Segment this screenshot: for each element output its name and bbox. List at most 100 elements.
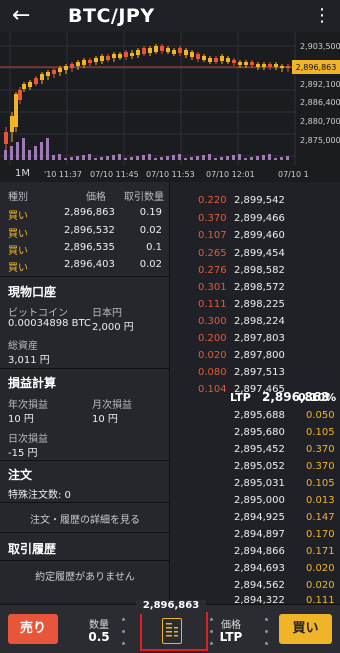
bid-price: 2,895,052 (234, 461, 285, 472)
trades-header-price: 価格 (86, 192, 106, 203)
ask-qty: 0.220 (198, 195, 227, 206)
stepper-dot (265, 630, 268, 633)
total-assets-label: 総資産 (8, 341, 38, 352)
volume-bar (124, 158, 127, 160)
volume-bar (76, 156, 79, 160)
volume-bar (130, 157, 133, 160)
day-pnl-label: 日次損益 (8, 434, 48, 445)
candle-body (268, 64, 272, 67)
ask-row[interactable]: 0.107 2,899,460 (170, 230, 340, 249)
bid-price: 2,895,680 (234, 427, 285, 438)
btc-value: 0.00034898 BTC (8, 318, 91, 329)
special-orders-count: 特殊注文数: 0 (8, 490, 71, 501)
volume-bar (52, 155, 55, 160)
buy-button[interactable]: 買い (279, 614, 332, 644)
volume-bar (10, 146, 13, 160)
trades-header-type: 種別 (8, 192, 28, 203)
volume-bar (184, 158, 187, 160)
quantity-value[interactable]: 0.5 (84, 630, 114, 644)
trade-type: 買い (8, 246, 28, 257)
candle-body (14, 94, 18, 127)
volume-bar (136, 156, 139, 160)
bid-price: 2,895,688 (234, 410, 285, 421)
ask-qty: 0.370 (198, 213, 227, 224)
bid-price: 2,894,693 (234, 563, 285, 574)
volume-bar (172, 155, 175, 160)
bid-price: 2,894,562 (234, 580, 285, 591)
bid-price: 2,894,897 (234, 529, 285, 540)
ask-price: 2,898,572 (234, 282, 285, 293)
ask-price: 2,899,460 (234, 230, 285, 241)
divider (0, 502, 170, 503)
divider (0, 532, 170, 533)
candle-body (160, 46, 164, 51)
candle-body (262, 64, 266, 67)
candle-body (232, 60, 236, 63)
candle-body (202, 56, 206, 60)
time-axis-label: 07/10 1 (278, 170, 309, 179)
time-axis-label: '10 11:37 (44, 170, 82, 179)
volume-bar (64, 158, 67, 160)
mid-price: 2,896,863 (136, 600, 206, 614)
volume-bar (214, 158, 217, 160)
volume-bar (28, 150, 31, 160)
price-axis-label: 2,903,500 (300, 42, 340, 51)
volume-bar (202, 155, 205, 160)
candle-body (214, 58, 218, 62)
timeframe-selector[interactable]: 1M (15, 168, 30, 179)
trade-qty: 0.02 (139, 225, 162, 236)
candle-body (142, 48, 146, 54)
orderbook-icon[interactable] (162, 618, 182, 644)
candlestick-chart[interactable]: 2,903,500 2,896,863 2,892,100 2,886,400 2,88… (0, 32, 340, 182)
ask-qty: 0.107 (198, 230, 227, 241)
volume-bar (82, 155, 85, 160)
arrow-left-icon[interactable]: ← (12, 4, 40, 28)
volume-bar (118, 154, 121, 160)
volume-bar (166, 156, 169, 160)
account-title: 現物口座 (8, 285, 57, 299)
candle-body (220, 56, 224, 61)
ask-qty: 0.111 (198, 299, 227, 310)
price-chart[interactable]: 2,903,500 2,896,863 2,892,100 2,886,400 2,88… (0, 32, 340, 182)
stepper-dot (265, 618, 268, 621)
price-axis-label: 2,896,863 (296, 63, 337, 72)
sell-button[interactable]: 売り (8, 614, 58, 644)
volume-bar (226, 156, 229, 160)
candle-body (148, 48, 152, 53)
volume-bar (70, 157, 73, 160)
candle-body (100, 56, 104, 61)
more-vertical-icon[interactable]: ⋮ (313, 6, 331, 28)
bid-price: 2,895,031 (234, 478, 285, 489)
top-bar: ← BTC/JPY ⋮ (0, 0, 340, 32)
candle-body (4, 132, 8, 144)
stepper-dot (210, 618, 213, 621)
candle-body (154, 46, 158, 52)
bid-qty: 0.171 (306, 546, 335, 557)
price-type-value[interactable]: LTP (215, 630, 247, 644)
month-pnl-value: 10 円 (92, 414, 118, 425)
pnl-title: 損益計算 (8, 376, 57, 390)
candle-body (130, 53, 134, 56)
stepper-dot (122, 642, 125, 645)
trade-price: 2,896,403 (64, 259, 115, 270)
trade-type: 買い (8, 229, 28, 240)
candle-body (226, 58, 230, 62)
volume-bar (262, 155, 265, 160)
volume-bar (142, 155, 145, 160)
ask-qty: 0.080 (198, 367, 227, 378)
quantity-label: 数量 (89, 620, 109, 631)
ask-row[interactable]: 0.220 2,899,542 (170, 195, 340, 214)
trade-qty: 0.1 (146, 242, 162, 253)
order-history-link[interactable]: 注文・履歴の詳細を見る (0, 511, 170, 526)
volume-bar (100, 157, 103, 160)
volume-bar (160, 157, 163, 160)
ask-qty: 0.301 (198, 282, 227, 293)
candle-body (256, 64, 260, 67)
candle-body (244, 62, 248, 65)
ask-price: 2,897,803 (234, 333, 285, 344)
trade-qty: 0.19 (139, 207, 162, 218)
jpy-label: 日本円 (92, 308, 122, 319)
volume-bar (34, 146, 37, 160)
ask-price: 2,898,582 (234, 265, 285, 276)
volume-bar (250, 157, 253, 160)
